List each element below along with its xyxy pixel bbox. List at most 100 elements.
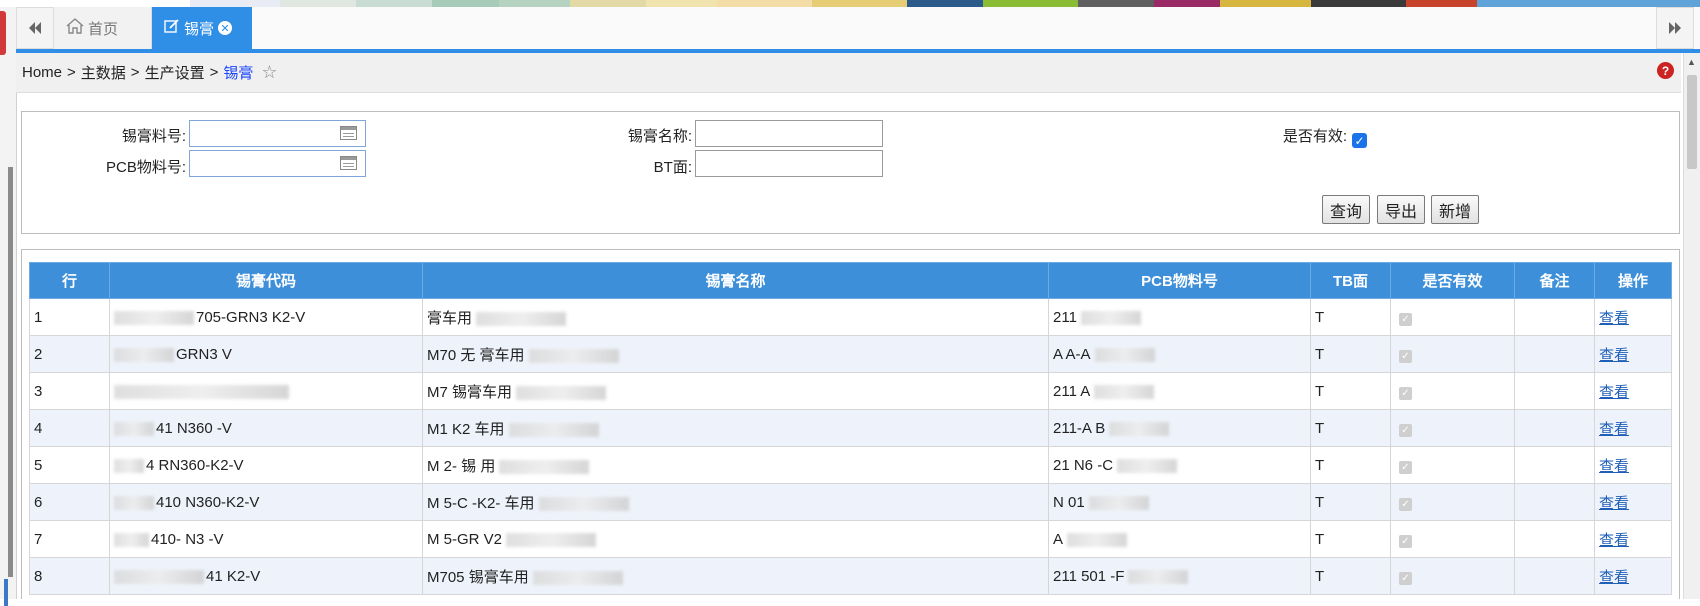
cell-active: ✓	[1390, 520, 1515, 558]
top-strip-segment	[569, 0, 646, 7]
col-header-row-no[interactable]: 行	[29, 262, 110, 299]
cell-paste-name-text: 膏车用	[427, 309, 473, 327]
cell-active: ✓	[1390, 446, 1515, 484]
cell-paste-code: 4 RN360-K2-V	[109, 446, 423, 484]
table-row[interactable]: 2 GRN3 V M70 无 膏车用 A A-A T ✓ 查看	[29, 335, 1672, 373]
cell-row-no: 3	[29, 372, 110, 410]
cell-paste-code-text: 41 N360 -V	[156, 419, 232, 437]
paste-name-input[interactable]	[695, 120, 883, 147]
active-checkbox-disabled: ✓	[1399, 423, 1412, 437]
tab-solder-paste[interactable]: 锡膏 ✕	[152, 7, 252, 49]
active-checkbox-disabled: ✓	[1399, 497, 1412, 511]
top-strip-segment	[812, 0, 907, 7]
cell-paste-code-text: 410- N3 -V	[151, 530, 224, 548]
cell-tb-side: T	[1310, 446, 1391, 484]
cell-paste-code: 41 K2-V	[109, 557, 423, 595]
cell-action: 查看	[1594, 335, 1672, 373]
tab-home-label: 首页	[88, 20, 119, 38]
cell-pcb-code-text: A A-A	[1053, 345, 1091, 363]
col-header-active[interactable]: 是否有效	[1390, 262, 1515, 299]
cell-paste-code-text: 410 N360-K2-V	[156, 493, 260, 511]
vertical-scrollbar[interactable]: ▲	[1683, 53, 1700, 599]
table-row[interactable]: 1 705-GRN3 K2-V 膏车用 211 T ✓ 查看	[29, 298, 1672, 336]
bt-side-label: BT面:	[653, 159, 692, 176]
view-link[interactable]: 查看	[1599, 421, 1629, 438]
col-header-remark[interactable]: 备注	[1514, 262, 1595, 299]
cell-paste-code	[109, 372, 423, 410]
col-header-paste-code[interactable]: 锡膏代码	[109, 262, 423, 299]
favorite-star-icon[interactable]: ☆	[261, 62, 277, 83]
pcb-code-input[interactable]	[189, 150, 366, 177]
double-chevron-left-icon[interactable]	[16, 7, 54, 49]
breadcrumb-home[interactable]: Home	[22, 64, 62, 81]
redaction-blur	[538, 496, 629, 511]
cell-paste-code: 410- N3 -V	[109, 520, 423, 558]
cell-paste-name: M 2- 锡 用	[422, 446, 1049, 484]
lookup-icon[interactable]	[340, 126, 357, 140]
cell-paste-name: M 5-C -K2- 车用	[422, 483, 1049, 521]
top-strip-segment	[645, 0, 718, 7]
breadcrumb-current: 锡膏	[223, 65, 254, 82]
cell-paste-code: 410 N360-K2-V	[109, 483, 423, 521]
left-edge-scrollbar[interactable]	[8, 167, 13, 577]
table-row[interactable]: 5 4 RN360-K2-V M 2- 锡 用 21 N6 -C T ✓ 查看	[29, 446, 1672, 484]
redaction-blur	[1094, 384, 1155, 399]
help-icon[interactable]: ?	[1657, 62, 1674, 79]
export-button[interactable]: 导出	[1377, 195, 1425, 224]
view-link[interactable]: 查看	[1599, 569, 1629, 586]
cell-active: ✓	[1390, 298, 1515, 336]
grid-header-row: 行 锡膏代码 锡膏名称 PCB物料号 TB面 是否有效 备注 操作	[29, 262, 1672, 299]
active-checkbox-disabled: ✓	[1399, 534, 1412, 548]
table-row[interactable]: 4 41 N360 -V M1 K2 车用 211-A B T ✓ 查看	[29, 409, 1672, 447]
top-strip-segment	[498, 0, 570, 7]
paste-name-label: 锡膏名称:	[627, 128, 692, 145]
tab-home[interactable]: 首页	[54, 7, 152, 49]
cell-pcb-code: 211 501 -F	[1048, 557, 1311, 595]
add-button[interactable]: 新增	[1431, 195, 1479, 224]
breadcrumb-separator: >	[130, 64, 140, 81]
bt-side-input[interactable]	[695, 150, 883, 177]
col-header-tb-side[interactable]: TB面	[1310, 262, 1391, 299]
paste-code-input[interactable]	[189, 120, 366, 147]
top-strip-segment	[1476, 0, 1700, 7]
redaction-blur	[114, 532, 149, 547]
breadcrumb-master-data[interactable]: 主数据	[81, 62, 126, 83]
scroll-up-arrow-icon[interactable]: ▲	[1687, 57, 1696, 67]
close-icon[interactable]: ✕	[218, 21, 233, 35]
cell-active: ✓	[1390, 409, 1515, 447]
cell-pcb-code: 211-A B	[1048, 409, 1311, 447]
view-link[interactable]: 查看	[1599, 384, 1629, 401]
breadcrumb-production-settings[interactable]: 生产设置	[145, 62, 205, 83]
top-strip-segment	[432, 0, 499, 7]
cell-remark	[1514, 298, 1595, 336]
view-link[interactable]: 查看	[1599, 495, 1629, 512]
data-grid-panel: 行 锡膏代码 锡膏名称 PCB物料号 TB面 是否有效 备注 操作 1 705-G…	[21, 249, 1680, 599]
active-checkbox[interactable]: ✓	[1352, 133, 1367, 148]
cell-remark	[1514, 409, 1595, 447]
table-row[interactable]: 8 41 K2-V M705 锡膏车用 211 501 -F T ✓ 查看	[29, 557, 1672, 595]
view-link[interactable]: 查看	[1599, 310, 1629, 327]
top-strip-segment	[1153, 0, 1221, 7]
view-link[interactable]: 查看	[1599, 458, 1629, 475]
double-chevron-right-icon[interactable]	[1656, 7, 1694, 49]
table-row[interactable]: 7 410- N3 -V M 5-GR V2 A T ✓ 查看	[29, 520, 1672, 558]
cell-pcb-code-text: 211 501 -F	[1053, 567, 1125, 585]
cell-row-no: 5	[29, 446, 110, 484]
redaction-blur	[1067, 532, 1128, 547]
col-header-pcb-code[interactable]: PCB物料号	[1048, 262, 1311, 299]
edit-icon	[164, 18, 180, 38]
col-header-paste-name[interactable]: 锡膏名称	[422, 262, 1049, 299]
cell-pcb-code: A	[1048, 520, 1311, 558]
top-strip-segment	[280, 0, 357, 7]
table-row[interactable]: 3 M7 锡膏车用 211 A T ✓ 查看	[29, 372, 1672, 410]
query-button[interactable]: 查询	[1322, 195, 1370, 224]
view-link[interactable]: 查看	[1599, 347, 1629, 364]
active-checkbox-disabled: ✓	[1399, 460, 1412, 474]
breadcrumb-separator: >	[67, 64, 76, 81]
scrollbar-thumb[interactable]	[1687, 75, 1697, 169]
lookup-icon[interactable]	[340, 156, 357, 170]
cell-row-no: 1	[29, 298, 110, 336]
view-link[interactable]: 查看	[1599, 532, 1629, 549]
table-row[interactable]: 6 410 N360-K2-V M 5-C -K2- 车用 N 01 T ✓ 查看	[29, 483, 1672, 521]
cell-row-no: 2	[29, 335, 110, 373]
